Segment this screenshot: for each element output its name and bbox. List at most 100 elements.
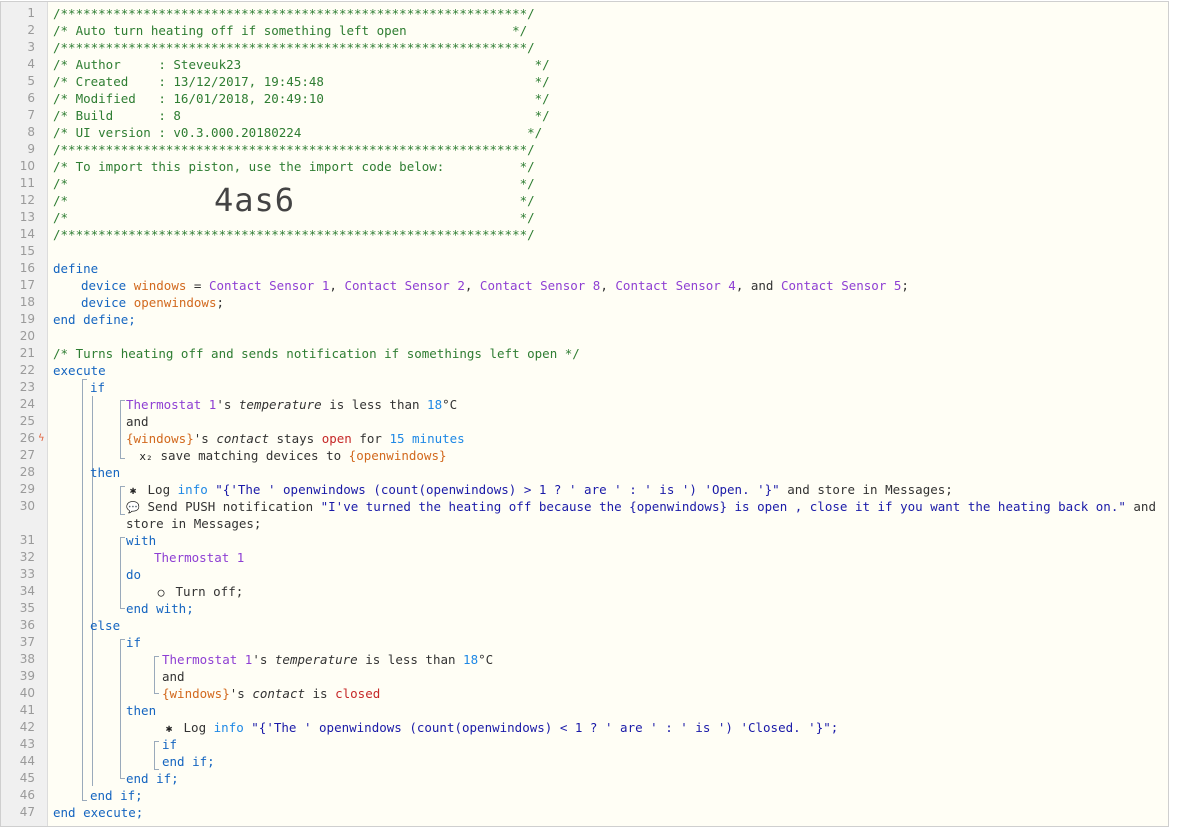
line-number: 12 bbox=[19, 193, 35, 207]
empty-if-keyword[interactable]: if bbox=[162, 736, 177, 753]
header-import-note: /* To import this piston, use the import… bbox=[53, 159, 535, 174]
line-number: 6 bbox=[27, 91, 35, 105]
log-info-open[interactable]: ✱ Log info "{'The ' openwindows (count(o… bbox=[126, 481, 953, 498]
line-number: 47 bbox=[19, 805, 35, 819]
line-number: 45 bbox=[19, 771, 35, 785]
line-number: 26 bbox=[19, 431, 35, 445]
device-contact-sensor-1[interactable]: Contact Sensor 1 bbox=[209, 278, 329, 293]
line-number: 35 bbox=[19, 601, 35, 615]
line-number: 14 bbox=[19, 227, 35, 241]
piston-code-view: 1 2 3 4 5 6 7 8 9 10 11 12 13 14 15 16 17 18 19 20 21 22 23 24 2… bbox=[0, 1, 1169, 827]
header-border: /***************************************… bbox=[53, 6, 535, 21]
if-bracket bbox=[92, 396, 93, 786]
send-push-notification[interactable]: 💬 Send PUSH notification "I've turned th… bbox=[126, 498, 1156, 515]
line-number: 32 bbox=[19, 550, 35, 564]
header-border: /***************************************… bbox=[53, 40, 535, 55]
device-keyword: device bbox=[81, 278, 127, 293]
piston-comment: /* Turns heating off and sends notificat… bbox=[53, 346, 580, 361]
bug-icon: ✱ bbox=[165, 722, 173, 735]
end-if: end if; bbox=[90, 788, 143, 803]
condition-temperature[interactable]: Thermostat 1's temperature is less than … bbox=[126, 396, 457, 413]
push-store-messages: store in Messages; bbox=[126, 516, 262, 531]
device-definition-windows: device windows = Contact Sensor 1, Conta… bbox=[81, 278, 909, 293]
line-number: 5 bbox=[27, 74, 35, 88]
line-number: 42 bbox=[19, 720, 35, 734]
line-number: 20 bbox=[19, 329, 35, 343]
line-number: 16 bbox=[19, 261, 35, 275]
line-number: 27 bbox=[19, 448, 35, 462]
variable-windows: windows bbox=[133, 278, 187, 293]
header-border: /***************************************… bbox=[53, 142, 535, 157]
nested-if-bracket bbox=[120, 639, 125, 779]
nested-then-keyword: then bbox=[126, 703, 157, 718]
device-thermostat-1[interactable]: Thermostat 1 bbox=[154, 549, 244, 566]
nested-condition-temperature[interactable]: Thermostat 1's temperature is less than … bbox=[162, 651, 493, 668]
header-ui-version: /* UI version : v0.3.000.20180224 */ bbox=[53, 125, 543, 140]
line-number: 9 bbox=[27, 142, 35, 156]
empty-end-if: end if; bbox=[162, 754, 215, 769]
line-number: 24 bbox=[19, 397, 35, 411]
line-number: 22 bbox=[19, 363, 35, 377]
if-keyword[interactable]: if bbox=[90, 379, 105, 396]
line-number: 8 bbox=[27, 125, 35, 139]
power-icon: ◯ bbox=[157, 586, 165, 599]
line-number: 21 bbox=[19, 346, 35, 360]
then-keyword: then bbox=[90, 465, 121, 480]
define-keyword: define bbox=[53, 261, 99, 276]
end-with: end with; bbox=[126, 601, 194, 616]
nested-end-if: end if; bbox=[126, 771, 179, 786]
line-number: 39 bbox=[19, 669, 35, 683]
line-number: 30 bbox=[19, 499, 35, 513]
device-keyword: device bbox=[81, 295, 127, 310]
line-number: 11 bbox=[19, 176, 35, 190]
line-number-gutter: 1 2 3 4 5 6 7 8 9 10 11 12 13 14 15 16 17 18 19 20 21 22 23 24 2… bbox=[1, 2, 48, 826]
lightning-icon: ϟ bbox=[38, 433, 45, 444]
chat-bubble-icon: 💬 bbox=[126, 501, 140, 514]
line-number: 13 bbox=[19, 210, 35, 224]
with-bracket bbox=[120, 537, 125, 609]
line-number: 15 bbox=[19, 244, 35, 258]
line-number: 1 bbox=[27, 6, 35, 20]
device-contact-sensor-2[interactable]: Contact Sensor 2 bbox=[344, 278, 464, 293]
line-number: 3 bbox=[27, 40, 35, 54]
code-area: /***************************************… bbox=[53, 2, 1168, 826]
line-number: 25 bbox=[19, 414, 35, 428]
save-matching-devices[interactable]: x₂ save matching devices to {openwindows… bbox=[139, 447, 446, 464]
line-number: 37 bbox=[19, 635, 35, 649]
device-contact-sensor-5[interactable]: Contact Sensor 5 bbox=[781, 278, 901, 293]
device-definition-openwindows: device openwindows; bbox=[81, 295, 225, 310]
device-contact-sensor-4[interactable]: Contact Sensor 4 bbox=[615, 278, 735, 293]
header-author: /* Author : Steveuk23 */ bbox=[53, 57, 550, 72]
line-number: 17 bbox=[19, 278, 35, 292]
line-number: 28 bbox=[19, 465, 35, 479]
do-keyword: do bbox=[126, 567, 142, 582]
line-number: 18 bbox=[19, 295, 35, 309]
line-number: 19 bbox=[19, 312, 35, 326]
condition-contact-closed[interactable]: {windows}'s contact is closed bbox=[162, 685, 380, 702]
logical-and: and bbox=[126, 414, 149, 429]
execute-keyword: execute bbox=[53, 363, 106, 378]
end-define: end define; bbox=[53, 312, 136, 327]
bug-icon: ✱ bbox=[129, 484, 137, 497]
import-code[interactable]: 4as6 bbox=[214, 181, 295, 219]
with-keyword: with bbox=[126, 533, 157, 548]
header-build: /* Build : 8 */ bbox=[53, 108, 550, 123]
line-number: 29 bbox=[19, 482, 35, 496]
logical-and: and bbox=[162, 669, 185, 684]
else-keyword: else bbox=[90, 618, 121, 633]
header-created: /* Created : 13/12/2017, 19:45:48 */ bbox=[53, 74, 550, 89]
condition-contact-stays-open[interactable]: {windows}'s contact stays open for 15 mi… bbox=[126, 430, 465, 447]
log-info-closed[interactable]: ✱ Log info "{'The ' openwindows (count(o… bbox=[162, 719, 839, 736]
header-modified: /* Modified : 16/01/2018, 20:49:10 */ bbox=[53, 91, 550, 106]
nested-if-keyword[interactable]: if bbox=[126, 634, 141, 651]
line-number: 38 bbox=[19, 652, 35, 666]
line-number: 7 bbox=[27, 108, 35, 122]
device-contact-sensor-8[interactable]: Contact Sensor 8 bbox=[480, 278, 600, 293]
line-number: 31 bbox=[19, 533, 35, 547]
line-number: 23 bbox=[19, 380, 35, 394]
turn-off-command[interactable]: ◯ Turn off; bbox=[154, 583, 244, 600]
header-border: /***************************************… bbox=[53, 227, 535, 242]
line-number: 46 bbox=[19, 788, 35, 802]
variable-openwindows: openwindows bbox=[133, 295, 217, 310]
line-number: 44 bbox=[19, 754, 35, 768]
